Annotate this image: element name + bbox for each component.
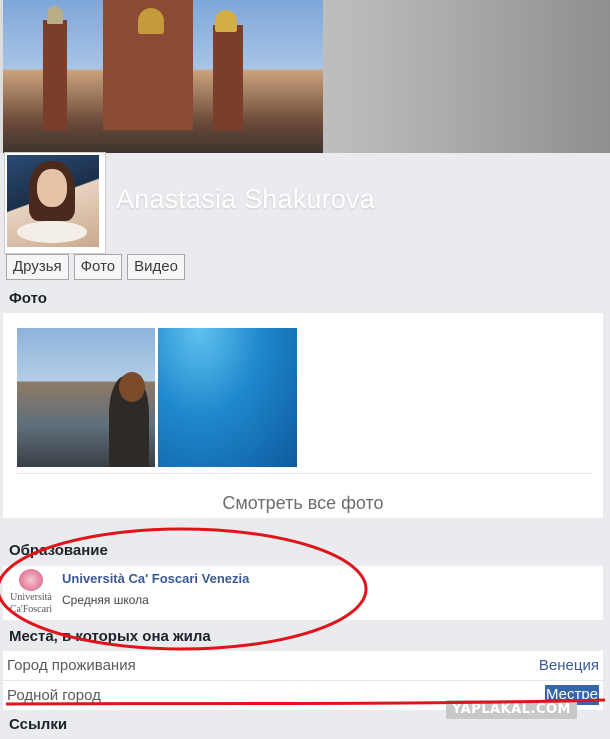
logo-text-line1: Università: [10, 592, 52, 603]
school-name-link[interactable]: Università Ca' Foscari Venezia: [62, 571, 249, 586]
university-logo[interactable]: Università Ca'Foscari: [6, 569, 56, 617]
profile-avatar[interactable]: [4, 152, 106, 254]
photos-section-title: Фото: [3, 285, 603, 313]
tab-friends[interactable]: Друзья: [6, 254, 69, 280]
cover-photo[interactable]: [3, 0, 323, 153]
photos-card: Смотреть все фото: [3, 313, 603, 518]
logo-text-line2: Ca'Foscari: [9, 604, 53, 615]
profile-name: Anastasia Shakurova: [116, 184, 375, 214]
place-label: Родной город: [7, 687, 101, 704]
place-value-link[interactable]: Венеция: [539, 651, 599, 680]
school-type: Средняя школа: [62, 593, 149, 607]
rose-logo-icon: [19, 569, 43, 591]
tab-videos[interactable]: Видео: [127, 254, 185, 280]
photo-thumbnail-underwater[interactable]: [158, 328, 297, 467]
education-card: Università Ca'Foscari Università Ca' Fos…: [3, 566, 603, 620]
site-watermark: YAPLAKAL.COM: [446, 700, 577, 719]
tab-photos[interactable]: Фото: [73, 254, 123, 280]
photo-thumbnail-canal[interactable]: [17, 328, 155, 467]
profile-tabs: Друзья Фото Видео: [6, 254, 185, 280]
cover-banner: [0, 0, 610, 153]
divider: [17, 473, 593, 474]
places-section-title: Места, в которых она жила: [3, 623, 603, 651]
education-section-title: Образование: [3, 537, 603, 565]
place-label: Город проживания: [7, 657, 136, 674]
see-all-photos-link[interactable]: Смотреть все фото: [3, 493, 603, 514]
place-row-current-city: Город проживания Венеция: [3, 651, 603, 680]
